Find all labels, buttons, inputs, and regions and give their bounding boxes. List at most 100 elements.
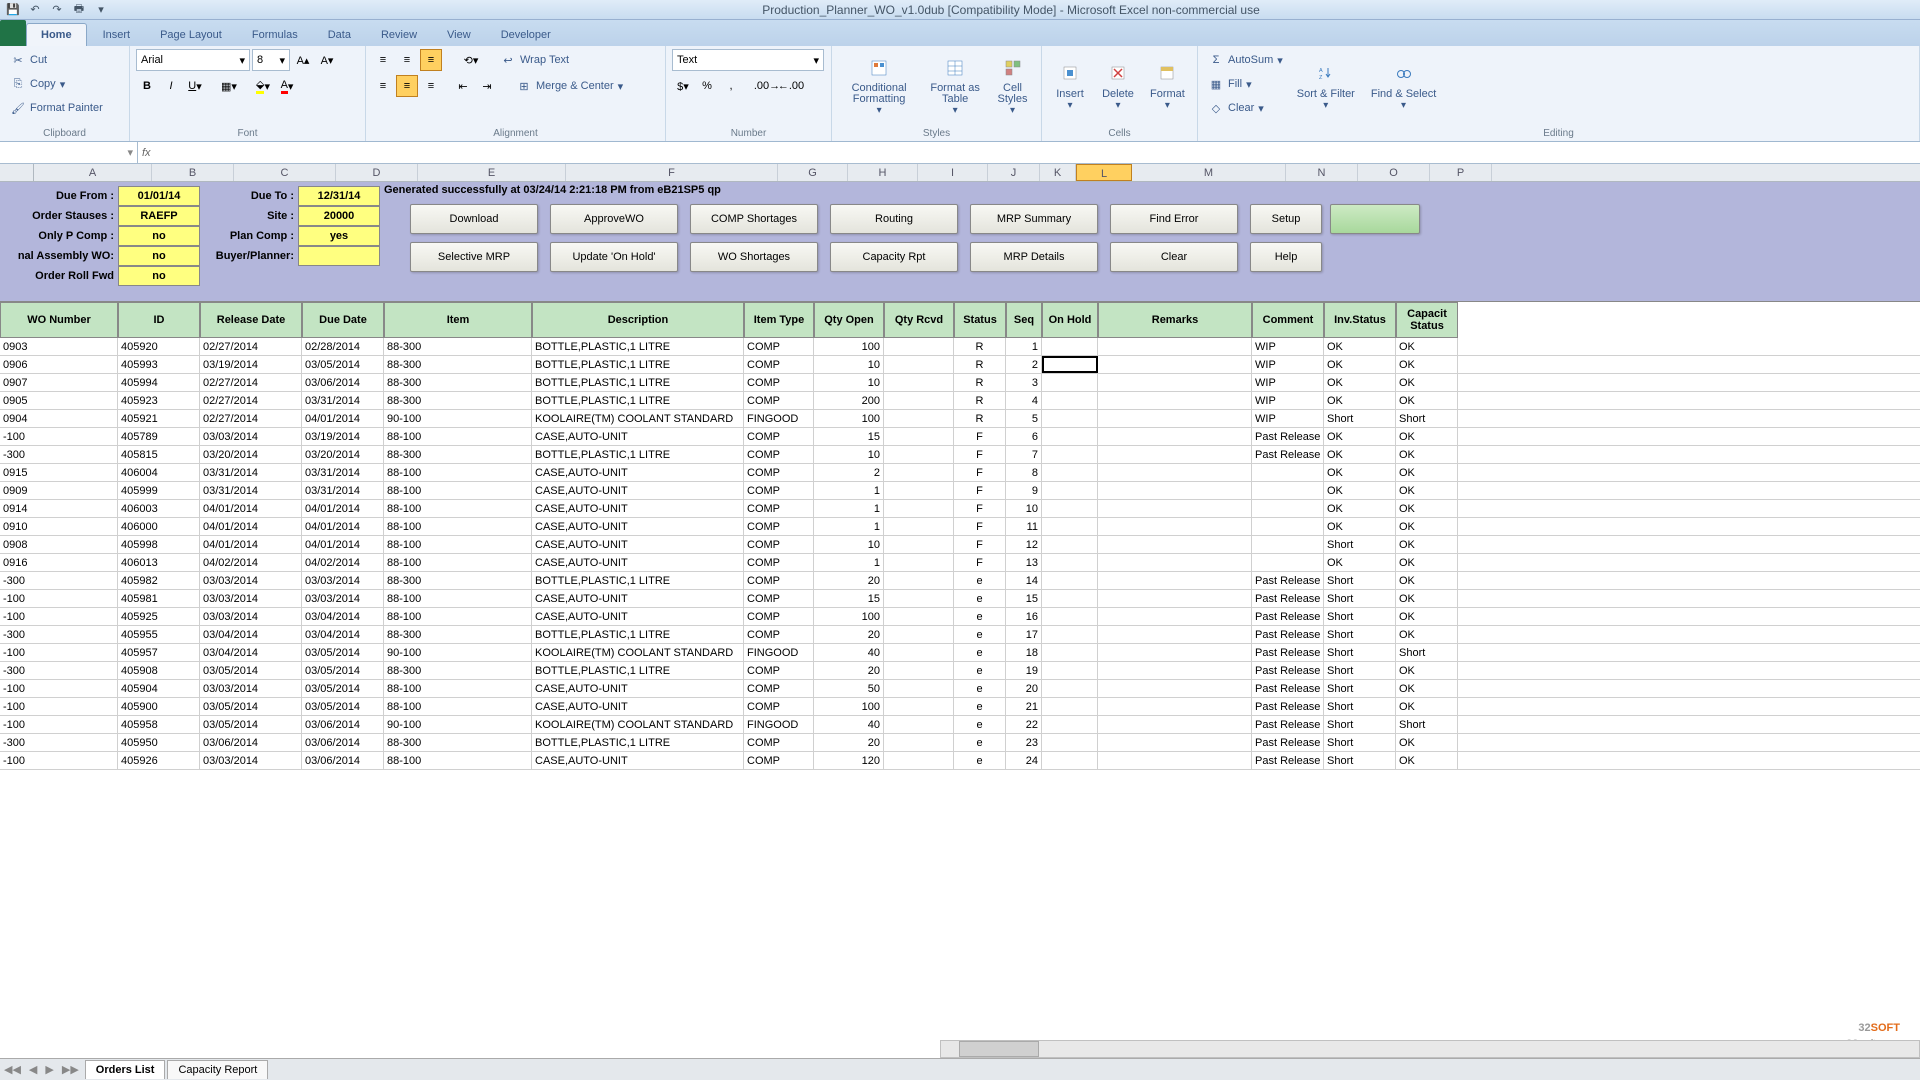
table-cell[interactable]: R bbox=[954, 356, 1006, 373]
table-cell[interactable]: 88-100 bbox=[384, 518, 532, 535]
align-bottom-button[interactable]: ≡ bbox=[420, 49, 442, 71]
table-cell[interactable]: 8 bbox=[1006, 464, 1042, 481]
clear-button[interactable]: Clear bbox=[1110, 242, 1238, 272]
table-cell[interactable]: 03/03/2014 bbox=[200, 572, 302, 589]
table-cell[interactable]: 0916 bbox=[0, 554, 118, 571]
table-cell[interactable]: 03/04/2014 bbox=[302, 626, 384, 643]
table-cell[interactable]: F bbox=[954, 482, 1006, 499]
table-cell[interactable] bbox=[1252, 464, 1324, 481]
table-cell[interactable]: BOTTLE,PLASTIC,1 LITRE bbox=[532, 572, 744, 589]
column-header[interactable]: H bbox=[848, 164, 918, 181]
horizontal-scrollbar[interactable] bbox=[940, 1040, 1920, 1058]
column-header[interactable]: O bbox=[1358, 164, 1430, 181]
table-cell[interactable] bbox=[1252, 536, 1324, 553]
table-cell[interactable]: 04/02/2014 bbox=[200, 554, 302, 571]
table-cell[interactable]: OK bbox=[1396, 734, 1458, 751]
table-cell[interactable]: 90-100 bbox=[384, 410, 532, 427]
table-cell[interactable]: OK bbox=[1396, 608, 1458, 625]
table-cell[interactable]: 03/20/2014 bbox=[302, 446, 384, 463]
tab-data[interactable]: Data bbox=[314, 24, 365, 46]
table-cell[interactable]: 4 bbox=[1006, 392, 1042, 409]
redo-icon[interactable]: ↷ bbox=[50, 3, 64, 17]
percent-button[interactable]: % bbox=[696, 75, 718, 97]
insert-cells-button[interactable]: Insert▾ bbox=[1048, 49, 1092, 119]
table-header-cell[interactable]: Qty Rcvd bbox=[884, 302, 954, 338]
table-cell[interactable] bbox=[1098, 572, 1252, 589]
table-cell[interactable]: 88-300 bbox=[384, 734, 532, 751]
increase-font-button[interactable]: A▴ bbox=[292, 49, 314, 71]
table-cell[interactable]: e bbox=[954, 716, 1006, 733]
table-cell[interactable]: Short bbox=[1324, 572, 1396, 589]
table-cell[interactable] bbox=[1042, 644, 1098, 661]
param-value[interactable] bbox=[298, 246, 380, 266]
param-value[interactable]: no bbox=[118, 246, 200, 266]
table-cell[interactable]: OK bbox=[1324, 500, 1396, 517]
scrollbar-thumb[interactable] bbox=[959, 1041, 1039, 1057]
fill-button[interactable]: ▦Fill ▾ bbox=[1204, 73, 1287, 95]
table-cell[interactable]: 03/03/2014 bbox=[200, 680, 302, 697]
table-cell[interactable]: 406000 bbox=[118, 518, 200, 535]
table-cell[interactable]: KOOLAIRE(TM) COOLANT STANDARD bbox=[532, 410, 744, 427]
table-cell[interactable]: 120 bbox=[814, 752, 884, 769]
table-cell[interactable]: 12 bbox=[1006, 536, 1042, 553]
table-cell[interactable] bbox=[1042, 752, 1098, 769]
merge-center-button[interactable]: ⊞Merge & Center ▾ bbox=[512, 75, 627, 97]
table-cell[interactable]: OK bbox=[1324, 392, 1396, 409]
table-cell[interactable]: Short bbox=[1324, 680, 1396, 697]
table-cell[interactable]: CASE,AUTO-UNIT bbox=[532, 752, 744, 769]
align-center-button[interactable]: ≡ bbox=[396, 75, 418, 97]
table-cell[interactable] bbox=[1098, 752, 1252, 769]
approvewo-button[interactable]: ApproveWO bbox=[550, 204, 678, 234]
table-cell[interactable]: OK bbox=[1324, 428, 1396, 445]
table-cell[interactable]: 200 bbox=[814, 392, 884, 409]
table-cell[interactable] bbox=[1042, 482, 1098, 499]
table-cell[interactable]: BOTTLE,PLASTIC,1 LITRE bbox=[532, 662, 744, 679]
table-cell[interactable] bbox=[884, 698, 954, 715]
table-cell[interactable]: Short bbox=[1396, 716, 1458, 733]
column-header[interactable]: D bbox=[336, 164, 418, 181]
table-row[interactable]: -30040590803/05/201403/05/201488-300BOTT… bbox=[0, 662, 1920, 680]
print-icon[interactable]: 🖶 bbox=[72, 3, 86, 17]
table-cell[interactable]: OK bbox=[1396, 572, 1458, 589]
format-as-table-button[interactable]: Format as Table▾ bbox=[924, 49, 986, 119]
tab-formulas[interactable]: Formulas bbox=[238, 24, 312, 46]
table-cell[interactable] bbox=[1252, 554, 1324, 571]
table-row[interactable]: 091440600304/01/201404/01/201488-100CASE… bbox=[0, 500, 1920, 518]
table-cell[interactable]: 100 bbox=[814, 338, 884, 355]
table-cell[interactable]: OK bbox=[1396, 374, 1458, 391]
tab-page-layout[interactable]: Page Layout bbox=[146, 24, 236, 46]
table-cell[interactable]: FINGOOD bbox=[744, 644, 814, 661]
table-cell[interactable]: 1 bbox=[814, 554, 884, 571]
table-cell[interactable]: COMP bbox=[744, 482, 814, 499]
table-cell[interactable]: 3 bbox=[1006, 374, 1042, 391]
table-cell[interactable]: COMP bbox=[744, 518, 814, 535]
table-row[interactable]: -10040592503/03/201403/04/201488-100CASE… bbox=[0, 608, 1920, 626]
param-value[interactable]: RAEFP bbox=[118, 206, 200, 226]
table-cell[interactable]: e bbox=[954, 572, 1006, 589]
table-cell[interactable]: Past Release bbox=[1252, 716, 1324, 733]
table-cell[interactable]: BOTTLE,PLASTIC,1 LITRE bbox=[532, 392, 744, 409]
copy-button[interactable]: ⎘Copy ▾ bbox=[6, 73, 107, 95]
table-cell[interactable] bbox=[1042, 536, 1098, 553]
font-color-button[interactable]: A▾ bbox=[276, 75, 298, 97]
table-cell[interactable]: 7 bbox=[1006, 446, 1042, 463]
table-cell[interactable] bbox=[1098, 554, 1252, 571]
column-header[interactable]: L bbox=[1076, 164, 1132, 181]
currency-button[interactable]: $▾ bbox=[672, 75, 694, 97]
table-cell[interactable]: COMP bbox=[744, 590, 814, 607]
table-cell[interactable]: 10 bbox=[814, 446, 884, 463]
table-cell[interactable]: -100 bbox=[0, 716, 118, 733]
table-cell[interactable]: -100 bbox=[0, 698, 118, 715]
param-value[interactable]: 12/31/14 bbox=[298, 186, 380, 206]
table-cell[interactable]: OK bbox=[1324, 554, 1396, 571]
decrease-font-button[interactable]: A▾ bbox=[316, 49, 338, 71]
table-cell[interactable]: 88-300 bbox=[384, 572, 532, 589]
table-cell[interactable]: COMP bbox=[744, 734, 814, 751]
table-cell[interactable]: 11 bbox=[1006, 518, 1042, 535]
table-cell[interactable]: 405920 bbox=[118, 338, 200, 355]
table-header-cell[interactable]: Status bbox=[954, 302, 1006, 338]
table-cell[interactable]: 88-100 bbox=[384, 698, 532, 715]
table-cell[interactable]: OK bbox=[1396, 680, 1458, 697]
table-cell[interactable]: BOTTLE,PLASTIC,1 LITRE bbox=[532, 446, 744, 463]
table-row[interactable]: -10040598103/03/201403/03/201488-100CASE… bbox=[0, 590, 1920, 608]
